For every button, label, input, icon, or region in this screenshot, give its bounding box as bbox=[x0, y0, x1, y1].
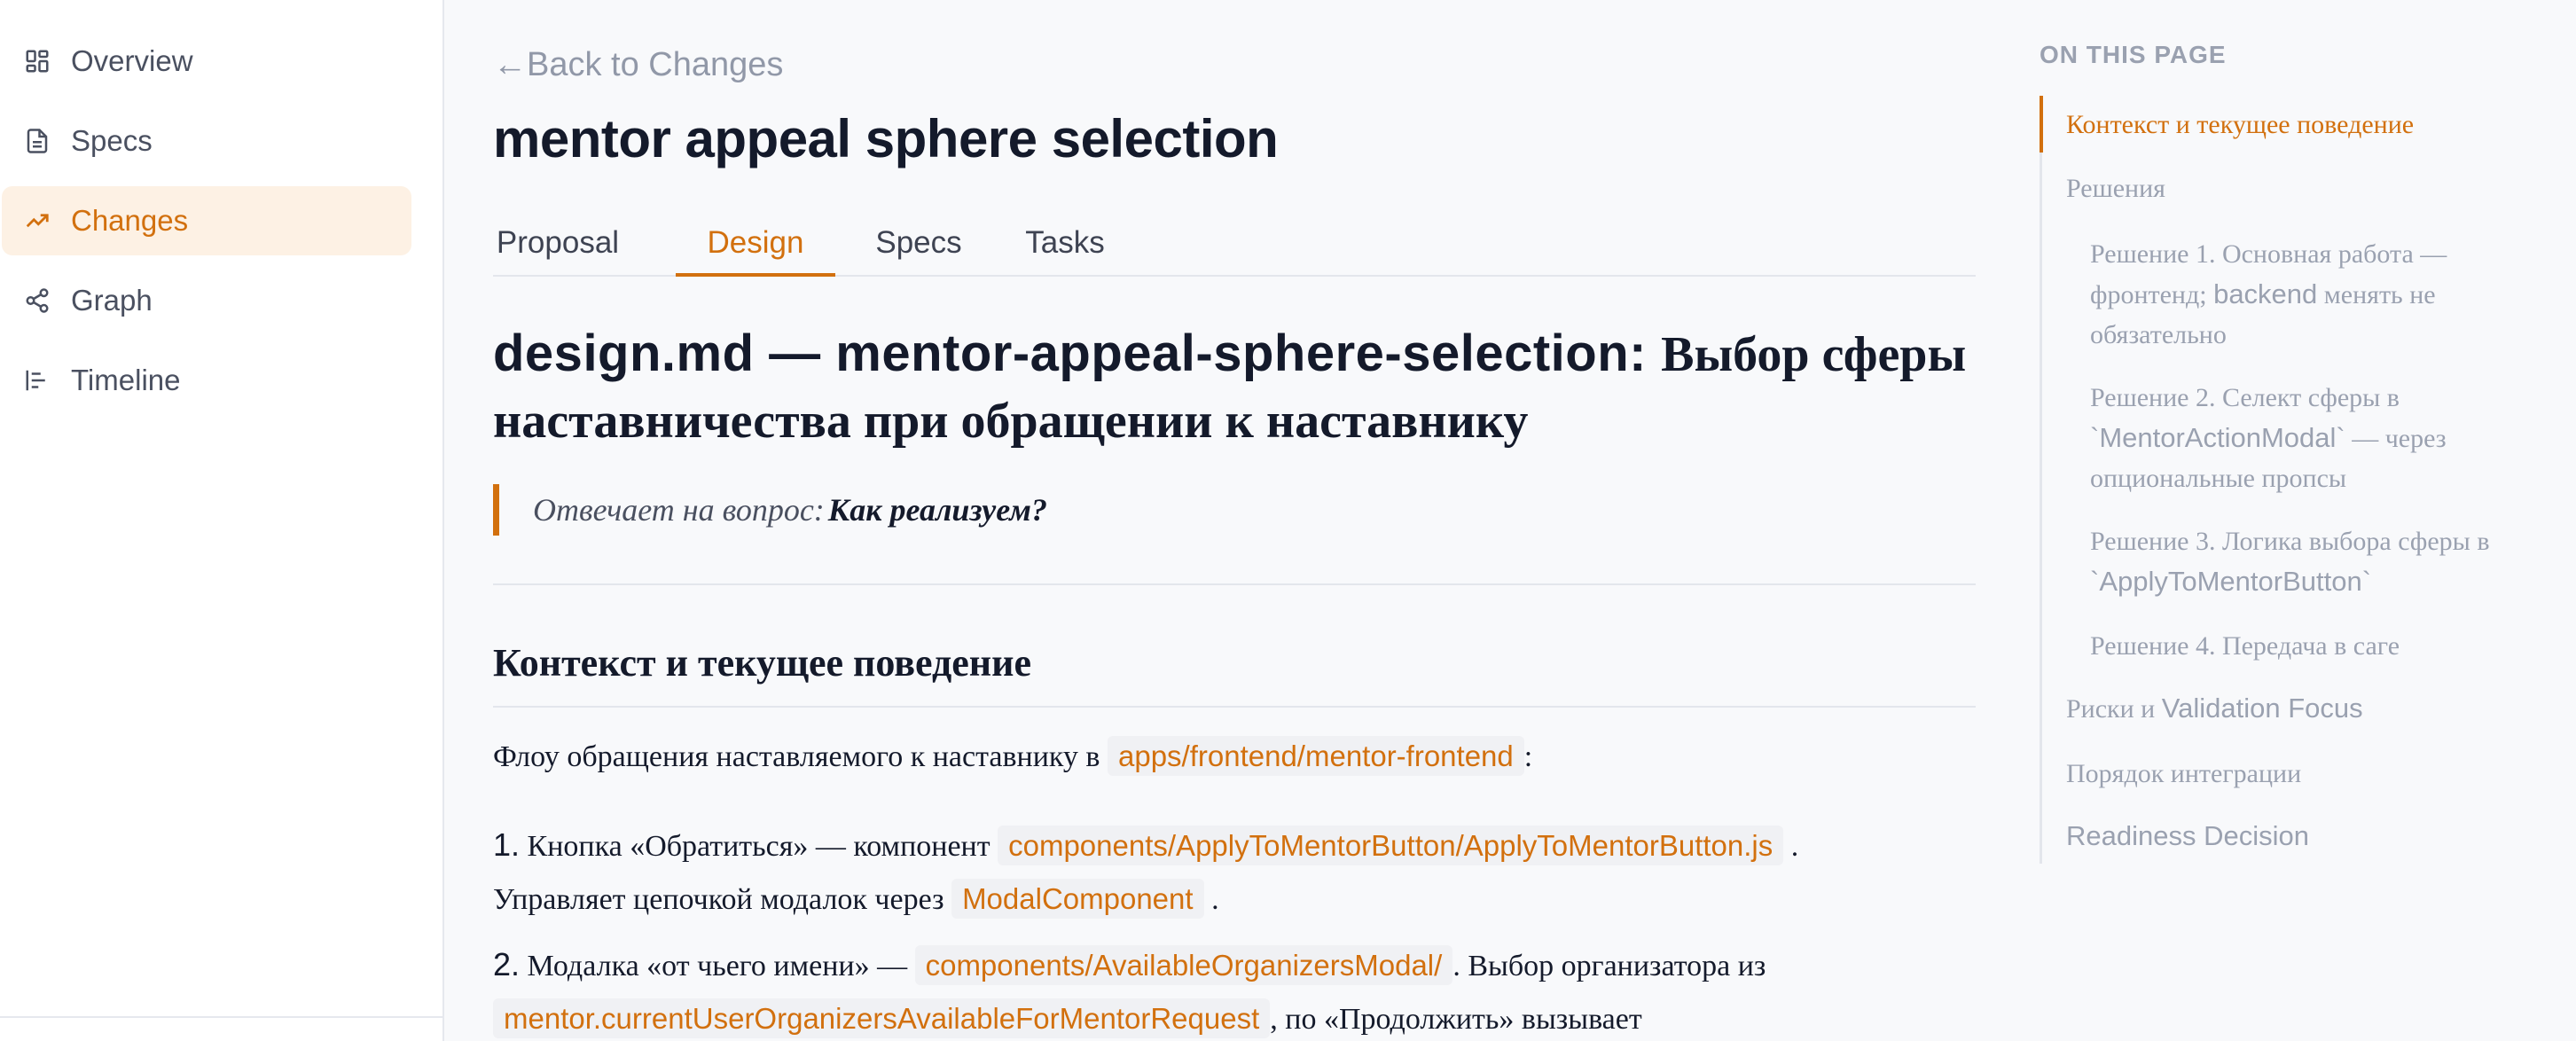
list-item-continuation: Управляет цепочкой модалок через ModalCo… bbox=[493, 879, 1976, 919]
arrow-left-icon: ← bbox=[493, 46, 527, 83]
toc-item-text: Readiness Decision bbox=[2066, 820, 2309, 851]
sidebar-item-label: Timeline bbox=[71, 364, 181, 396]
inline-code: components/AvailableOrganizersModal/ bbox=[914, 945, 1453, 985]
sidebar-item-overview[interactable]: Overview bbox=[2, 27, 411, 96]
toc-item-text: менять не bbox=[2317, 280, 2436, 309]
timeline-bars-icon bbox=[23, 366, 51, 395]
sidebar-item-label: Graph bbox=[71, 284, 153, 317]
inline-code: mentor.currentUserOrganizersAvailableFor… bbox=[493, 998, 1271, 1038]
toc-item-text: `MentorActionModal` bbox=[2090, 422, 2345, 453]
intro-suffix: : bbox=[1523, 740, 1533, 773]
tab-tasks[interactable]: Tasks bbox=[998, 211, 1131, 275]
list-item-suffix: . Выбор организатора из bbox=[1452, 950, 1766, 982]
inline-code: ModalComponent bbox=[951, 879, 1204, 919]
sidebar-item-label: Changes bbox=[71, 204, 189, 237]
list-item-text: Модалка «от чьего имени» — bbox=[527, 950, 908, 982]
main-content: ←Back to Changes mentor appeal sphere se… bbox=[493, 0, 1976, 1041]
sidebar: Overview Specs Changes Graph Timeline bbox=[0, 0, 444, 1041]
sidebar-item-timeline[interactable]: Timeline bbox=[2, 346, 411, 415]
intro-text: Флоу обращения наставляемого к наставник… bbox=[493, 740, 1100, 773]
trending-up-icon bbox=[23, 207, 51, 235]
toc-item-text: обязательно bbox=[2090, 320, 2227, 349]
toc-item-decision-2[interactable]: Решение 2. Селект сферы в `MentorActionM… bbox=[2090, 378, 2569, 498]
toc-item-context[interactable]: Контекст и текущее поведение bbox=[2066, 105, 2414, 145]
list-item-text: Управляет цепочкой модалок через bbox=[493, 883, 944, 916]
toc-item-text: `ApplyToMentorButton` bbox=[2090, 566, 2372, 597]
inline-code: components/ApplyToMentorButton/ApplyToMe… bbox=[998, 826, 1784, 865]
list-item-continuation: mentor.currentUserOrganizersAvailableFor… bbox=[493, 998, 1976, 1038]
doc-heading-ru-line2: наставничества при обращении к наставник… bbox=[493, 394, 1529, 449]
doc-heading-ru-line1: Выбор сферы bbox=[1661, 327, 1967, 382]
sidebar-item-changes[interactable]: Changes bbox=[2, 186, 411, 255]
document-heading: design.md — mentor-appeal-sphere-selecti… bbox=[493, 321, 1976, 454]
list-number: 2. bbox=[493, 946, 521, 982]
toc-item-text: Решение 2. Селект сферы в bbox=[2090, 383, 2400, 412]
page-title: mentor appeal sphere selection bbox=[493, 109, 1279, 168]
toc-item-text: Validation Focus bbox=[2161, 693, 2363, 724]
toc-item-decision-3[interactable]: Решение 3. Логика выбора сферы в `ApplyT… bbox=[2090, 521, 2569, 602]
list-item-suffix: , по «Продолжить» вызывает bbox=[1270, 1003, 1642, 1036]
answers-question-callout: Отвечает на вопрос: Как реализуем? bbox=[493, 484, 1976, 536]
toc-item-text: Решение 3. Логика выбора сферы в bbox=[2090, 527, 2490, 556]
sidebar-item-label: Overview bbox=[71, 44, 193, 77]
toc-rail bbox=[2040, 96, 2042, 864]
table-of-contents: ON THIS PAGE Контекст и текущее поведени… bbox=[2040, 0, 2576, 1041]
intro-paragraph: Флоу обращения наставляемого к наставник… bbox=[493, 736, 1976, 776]
tab-specs[interactable]: Specs bbox=[857, 211, 981, 275]
callout-text: Отвечает на вопрос: bbox=[533, 492, 825, 528]
back-link-label: Back to Changes bbox=[527, 46, 784, 83]
toc-active-indicator bbox=[2040, 96, 2043, 153]
list-item-suffix: . bbox=[1790, 830, 1799, 863]
toc-item-integration-order[interactable]: Порядок интеграции bbox=[2066, 754, 2301, 794]
toc-item-decisions[interactable]: Решения bbox=[2066, 168, 2165, 208]
list-item-suffix: . bbox=[1211, 883, 1219, 916]
sidebar-item-specs[interactable]: Specs bbox=[2, 106, 411, 176]
callout-emphasis: Как реализуем? bbox=[827, 492, 1047, 528]
toc-heading: ON THIS PAGE bbox=[2040, 41, 2227, 68]
list-number: 1. bbox=[493, 826, 521, 863]
sidebar-divider bbox=[0, 1016, 442, 1018]
tab-proposal[interactable]: Proposal bbox=[493, 211, 622, 275]
toc-item-text: опциональные пропсы bbox=[2090, 464, 2347, 493]
list-item: 2. Модалка «от чьего имени» — components… bbox=[493, 945, 1976, 985]
doc-heading-prefix: design.md — mentor-appeal-sphere-selecti… bbox=[493, 325, 1647, 382]
inline-code: apps/frontend/mentor-frontend bbox=[1107, 736, 1524, 776]
share-nodes-icon bbox=[23, 286, 51, 315]
document-icon bbox=[23, 127, 51, 155]
toc-item-text: backend bbox=[2213, 278, 2318, 309]
toc-item-risks[interactable]: Риски и Validation Focus bbox=[2066, 688, 2363, 729]
back-to-changes-link[interactable]: ←Back to Changes bbox=[493, 46, 783, 84]
toc-item-decision-1[interactable]: Решение 1. Основная работа — фронтенд; b… bbox=[2090, 234, 2551, 355]
toc-item-text: — через bbox=[2345, 424, 2447, 453]
section-divider bbox=[493, 583, 1976, 585]
list-item-text: Кнопка «Обратиться» — компонент bbox=[527, 830, 990, 863]
section-heading: Контекст и текущее поведение bbox=[493, 641, 1032, 685]
section-heading-rule bbox=[493, 706, 1976, 708]
grid-icon bbox=[23, 47, 51, 75]
toc-item-readiness[interactable]: Readiness Decision bbox=[2066, 816, 2309, 857]
sidebar-item-label: Specs bbox=[71, 124, 153, 157]
toc-item-text: фронтенд; bbox=[2090, 280, 2214, 309]
tab-bar: Proposal Design Specs Tasks bbox=[493, 211, 1976, 277]
toc-item-text: Риски и bbox=[2066, 694, 2162, 724]
toc-item-text: Решение 1. Основная работа — bbox=[2090, 239, 2447, 269]
sidebar-item-graph[interactable]: Graph bbox=[2, 266, 411, 335]
tab-design[interactable]: Design bbox=[676, 211, 835, 277]
list-item: 1. Кнопка «Обратиться» — компонент compo… bbox=[493, 826, 1976, 865]
toc-item-decision-4[interactable]: Решение 4. Передача в саге bbox=[2090, 626, 2400, 666]
